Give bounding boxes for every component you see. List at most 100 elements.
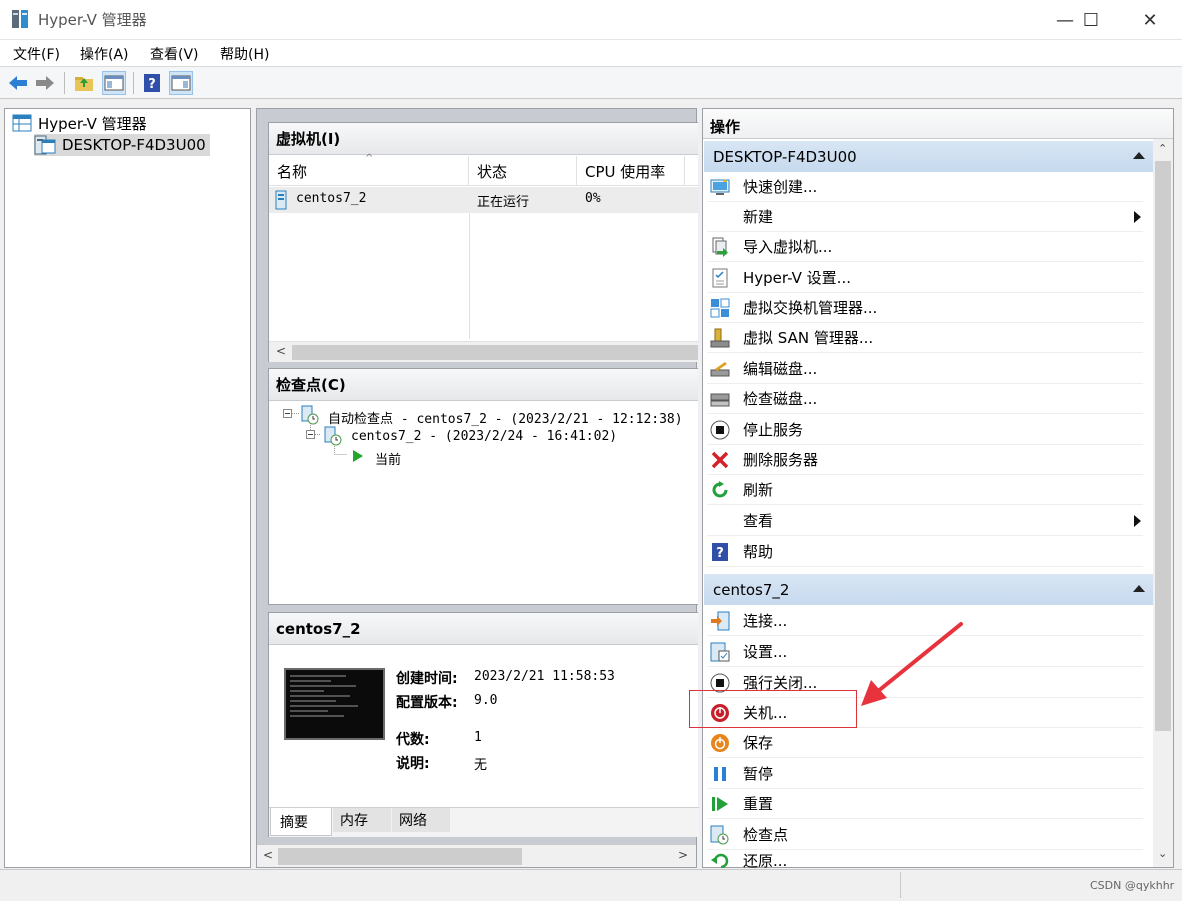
action-remove-server[interactable]: 删除服务器 <box>707 445 1143 475</box>
scroll-down-icon[interactable]: ⌄ <box>1158 847 1167 860</box>
menu-view[interactable]: 查看(V) <box>150 44 199 64</box>
edit-disk-icon <box>709 358 731 380</box>
details-title: centos7_2 <box>269 613 698 645</box>
action-import-vm[interactable]: 导入虚拟机... <box>707 232 1143 262</box>
refresh-icon <box>709 479 731 501</box>
scroll-up-icon[interactable]: ⌃ <box>1158 142 1167 155</box>
quick-create-icon <box>709 176 731 198</box>
action-view[interactable]: 查看 <box>707 506 1143 536</box>
scrollbar-thumb[interactable] <box>1155 161 1171 731</box>
reset-icon <box>709 793 731 815</box>
vm-list-title: 虚拟机(I) <box>269 123 698 155</box>
show-hide-console-tree-icon[interactable] <box>102 71 126 95</box>
vm-list-header: 名称 ^ 状态 CPU 使用率 <box>269 153 699 186</box>
action-inspect-disk[interactable]: 检查磁盘... <box>707 384 1143 414</box>
action-edit-disk[interactable]: 编辑磁盘... <box>707 354 1143 384</box>
scrollbar-thumb[interactable] <box>292 345 698 360</box>
action-save[interactable]: 保存 <box>707 728 1143 758</box>
center-hscrollbar[interactable]: < > <box>257 844 696 867</box>
maximize-button[interactable]: ☐ <box>1062 0 1120 40</box>
checkpoint-now[interactable]: 当前 <box>375 449 401 468</box>
import-icon <box>709 236 731 258</box>
checkpoint-icon <box>301 405 319 425</box>
vm-icon <box>275 190 287 210</box>
submenu-arrow-icon <box>1134 515 1141 527</box>
revert-icon <box>709 850 731 868</box>
collapse-icon[interactable] <box>1133 152 1145 159</box>
watermark: CSDN @qykhhr <box>1090 879 1175 892</box>
scroll-left-icon[interactable]: < <box>276 344 286 358</box>
show-hide-action-pane-icon[interactable] <box>169 71 193 95</box>
version-label: 配置版本: <box>396 695 458 711</box>
action-quick-create[interactable]: 快速创建... <box>707 172 1143 202</box>
host-actions-header[interactable]: DESKTOP-F4D3U00 <box>704 141 1153 172</box>
scroll-left-icon[interactable]: < <box>263 848 273 862</box>
menu-bar: 文件(F) 操作(A) 查看(V) 帮助(H) <box>0 40 1182 67</box>
tree-host-label: DESKTOP-F4D3U00 <box>62 136 206 154</box>
title-bar: Hyper-V 管理器 — ☐ ✕ <box>0 0 1182 40</box>
back-icon[interactable] <box>6 71 30 95</box>
action-stop-service[interactable]: 停止服务 <box>707 415 1143 445</box>
vm-actions-header[interactable]: centos7_2 <box>704 574 1153 605</box>
col-cpu[interactable]: CPU 使用率 <box>577 156 685 186</box>
help-icon: ? <box>709 541 731 563</box>
connect-icon <box>709 610 731 632</box>
checkpoint-icon <box>709 824 731 846</box>
generation-label: 代数: <box>396 732 430 748</box>
action-help[interactable]: ? 帮助 <box>707 537 1143 567</box>
action-refresh[interactable]: 刷新 <box>707 475 1143 505</box>
up-folder-icon[interactable] <box>72 71 96 95</box>
action-checkpoint[interactable]: 检查点 <box>707 820 1143 850</box>
scrollbar-thumb[interactable] <box>278 848 522 865</box>
menu-file[interactable]: 文件(F) <box>13 44 60 64</box>
inspect-disk-icon <box>709 388 731 410</box>
notes-label: 说明: <box>396 756 430 772</box>
action-reset[interactable]: 重置 <box>707 789 1143 819</box>
network-switch-icon <box>709 297 731 319</box>
actions-vscrollbar[interactable]: ⌃ ⌄ <box>1153 139 1173 867</box>
tree-host[interactable]: DESKTOP-F4D3U00 <box>34 134 210 156</box>
tab-summary[interactable]: 摘要 <box>270 808 332 836</box>
version-value: 9.0 <box>474 693 498 708</box>
san-icon <box>709 327 731 349</box>
delete-x-icon <box>709 449 731 471</box>
vm-name-cell: centos7_2 <box>296 191 367 206</box>
host-actions-title: DESKTOP-F4D3U00 <box>713 147 857 166</box>
action-pause[interactable]: 暂停 <box>707 759 1143 789</box>
col-state[interactable]: 状态 <box>469 156 577 186</box>
sort-up-icon: ^ <box>365 153 374 164</box>
details-tabs: 摘要 内存 网络 <box>269 807 699 837</box>
created-value: 2023/2/21 11:58:53 <box>474 669 615 684</box>
save-icon <box>709 732 731 754</box>
action-revert[interactable]: 还原... <box>707 850 1143 868</box>
tab-network[interactable]: 网络 <box>392 808 450 832</box>
console-tree: Hyper-V 管理器 DESKTOP-F4D3U00 <box>4 108 251 868</box>
scroll-right-icon[interactable]: > <box>678 848 688 862</box>
tree-root-label: Hyper-V 管理器 <box>38 114 147 133</box>
tab-memory[interactable]: 内存 <box>333 808 391 832</box>
help-icon[interactable]: ? <box>140 71 164 95</box>
annotation-arrow-icon <box>861 622 963 706</box>
action-new[interactable]: 新建 <box>707 202 1143 232</box>
vm-actions-title: centos7_2 <box>713 580 790 599</box>
menu-action[interactable]: 操作(A) <box>80 44 129 64</box>
checkpoint-item[interactable]: 自动检查点 - centos7_2 - (2023/2/21 - 12:12:3… <box>328 408 683 427</box>
menu-help[interactable]: 帮助(H) <box>220 44 269 64</box>
server-icon <box>34 135 56 155</box>
table-row[interactable]: centos7_2 正在运行 0% <box>269 187 699 213</box>
action-virtual-san-manager[interactable]: 虚拟 SAN 管理器... <box>707 323 1143 353</box>
forward-icon[interactable] <box>33 71 57 95</box>
settings-page-icon <box>709 267 731 289</box>
vm-list-hscrollbar[interactable]: < <box>269 341 699 362</box>
checkpoint-item[interactable]: centos7_2 - (2023/2/24 - 16:41:02) <box>351 429 617 444</box>
checkpoint-title: 检查点(C) <box>269 369 698 401</box>
close-button[interactable]: ✕ <box>1121 0 1179 40</box>
created-label: 创建时间: <box>396 671 458 687</box>
tree-root[interactable]: Hyper-V 管理器 <box>12 112 147 134</box>
stop-icon <box>709 419 731 441</box>
action-virtual-switch-manager[interactable]: 虚拟交换机管理器... <box>707 293 1143 323</box>
collapse-icon[interactable] <box>1133 585 1145 592</box>
action-hyperv-settings[interactable]: Hyper-V 设置... <box>707 263 1143 293</box>
status-bar: CSDN @qykhhr <box>0 869 1182 901</box>
notes-value: 无 <box>474 758 488 773</box>
